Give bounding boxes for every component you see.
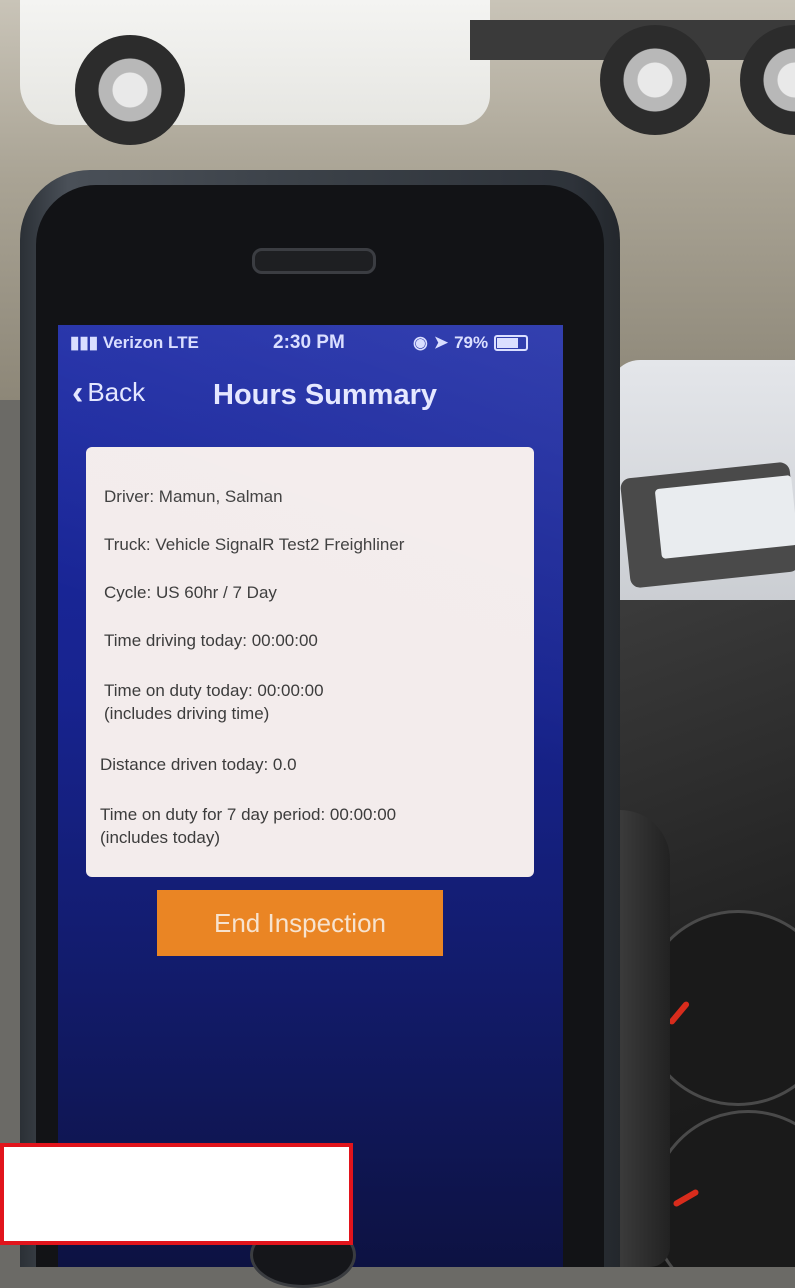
signal-bars-icon: ▮▮▮ [70, 333, 99, 352]
driver-row: Driver: Mamun, Salman [104, 487, 283, 506]
carrier-label: ▮▮▮ Verizon LTE [70, 333, 199, 352]
end-inspection-button[interactable]: End Inspection [157, 890, 443, 956]
redaction-box [0, 1143, 353, 1245]
status-time: 2:30 PM [273, 332, 345, 353]
time-on-duty-note: (includes driving time) [104, 704, 270, 723]
distance-row: Distance driven today: 0.0 [100, 755, 297, 774]
alarm-icon: ◉ [413, 333, 428, 352]
back-label: Back [87, 377, 146, 407]
time-7day-row: Time on duty for 7 day period: 00:00:00 [100, 805, 397, 824]
battery-icon [494, 335, 529, 351]
truck-wheel [75, 35, 185, 145]
time-on-duty-row: Time on duty today: 00:00:00 [104, 681, 324, 700]
status-bar: ▮▮▮ Verizon LTE 2:30 PM ◉ ➤ 79% [58, 325, 563, 359]
truck-wheel [600, 25, 710, 135]
battery-percent: 79% [454, 333, 489, 352]
phone-screen: ▮▮▮ Verizon LTE 2:30 PM ◉ ➤ 79% ‹ Back H… [58, 325, 563, 1267]
time-driving-row: Time driving today: 00:00:00 [104, 631, 318, 650]
chevron-left-icon: ‹ [72, 373, 84, 412]
location-arrow-icon: ➤ [433, 333, 449, 352]
page-title: Hours Summary [213, 379, 438, 411]
status-right: ◉ ➤ 79% [413, 333, 529, 353]
phone-speaker [252, 248, 376, 274]
truck-row: Truck: Vehicle SignalR Test2 Freighliner [104, 535, 405, 554]
hours-summary-card: Driver: Mamun, Salman Truck: Vehicle Sig… [86, 447, 534, 877]
battery-level-fill [497, 338, 519, 348]
nav-bar: ‹ Back Hours Summary [58, 369, 563, 419]
back-button[interactable]: ‹ Back [72, 373, 146, 412]
time-7day-note: (includes today) [100, 828, 221, 847]
cycle-row: Cycle: US 60hr / 7 Day [104, 583, 277, 602]
eld-device-label [654, 475, 795, 559]
